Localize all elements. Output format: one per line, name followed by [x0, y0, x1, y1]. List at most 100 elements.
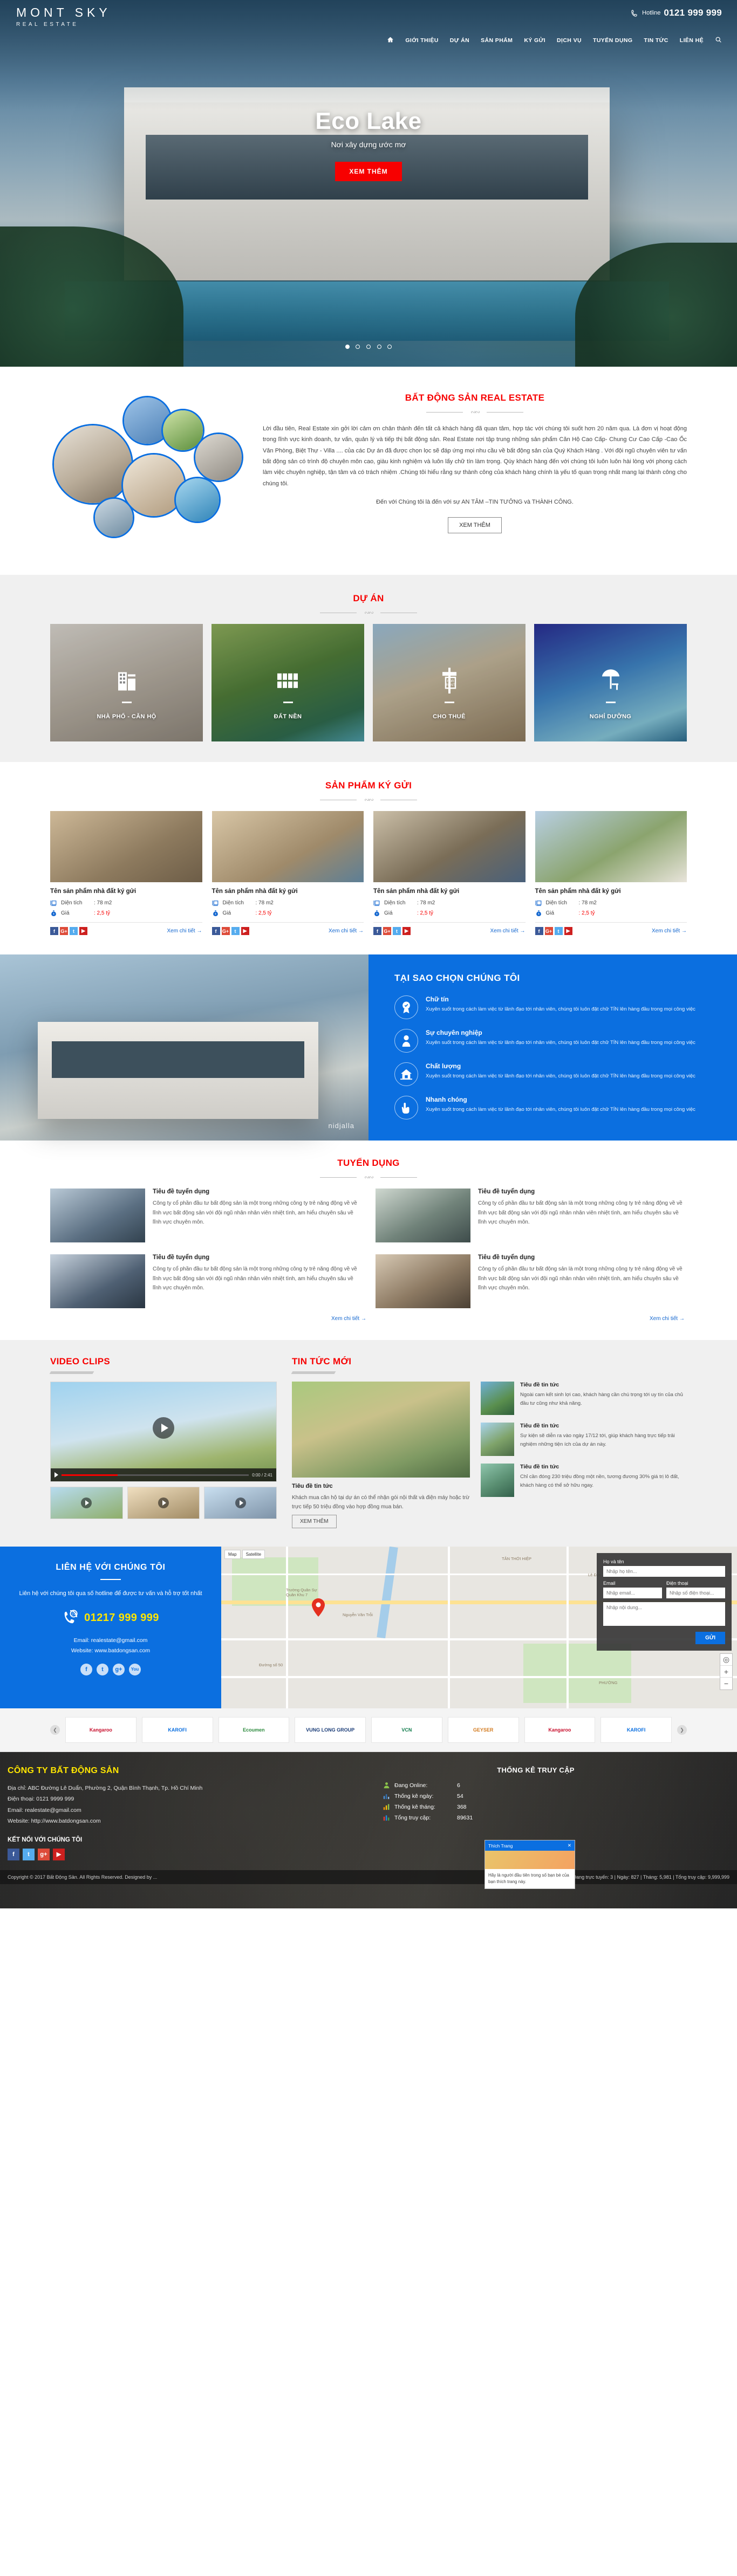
map-layer-map[interactable]: Map [224, 1550, 241, 1559]
map-zoom-controls[interactable]: ◎ + − [720, 1653, 733, 1690]
about-more-button[interactable]: XEM THÊM [448, 517, 502, 534]
slider-dot-3[interactable] [366, 345, 371, 349]
map-layer-switcher[interactable]: Map Satellite [224, 1550, 265, 1559]
nav-item-du-an[interactable]: DỰ ÁN [450, 37, 469, 44]
category-card-nghi-duong[interactable]: NGHỈ DƯỠNG [534, 624, 687, 741]
news-featured[interactable]: Tiêu đề tin tức Khách mua căn hộ tại dự … [292, 1382, 470, 1528]
youtube-icon[interactable]: ▶ [402, 927, 411, 935]
search-icon[interactable] [715, 36, 722, 45]
map-widget[interactable]: TÂN THỚI HIỆP Trường Quân Sự Quân Khu 7 … [221, 1547, 737, 1708]
recruit-detail-link[interactable]: Xem chi tiết → [331, 1316, 366, 1322]
news-list-item[interactable]: Tiêu đề tin tức Sự kiện sẽ diễn ra vào n… [481, 1423, 687, 1456]
product-card[interactable]: Tên sản phẩm nhà đất ký gửi Diện tích : … [211, 811, 364, 935]
facebook-icon[interactable]: f [211, 927, 220, 935]
partner-logo[interactable]: Kangaroo [524, 1717, 596, 1743]
facebook-icon[interactable]: f [80, 1663, 92, 1675]
facebook-icon[interactable]: f [373, 927, 381, 935]
twitter-icon[interactable]: t [23, 1848, 35, 1860]
partner-logo[interactable]: Ecoumen [218, 1717, 290, 1743]
category-card-nha-pho-can-ho[interactable]: NHÀ PHỐ - CĂN HỘ [50, 624, 203, 741]
product-card[interactable]: Tên sản phẩm nhà đất ký gửi Diện tích : … [373, 811, 526, 935]
news-list-item[interactable]: Tiêu đề tin tức Ngoài cam kết sinh lợi c… [481, 1382, 687, 1415]
locate-icon[interactable]: ◎ [720, 1654, 732, 1666]
video-progress-bar[interactable] [62, 1474, 249, 1476]
zoom-in-button[interactable]: + [720, 1666, 732, 1678]
facebook-icon[interactable]: f [8, 1848, 19, 1860]
google-plus-icon[interactable]: G+ [383, 927, 391, 935]
youtube-icon[interactable]: ▶ [79, 927, 87, 935]
recruit-item[interactable]: Tiêu đề tuyển dụng Công ty cổ phần đầu t… [50, 1189, 361, 1242]
site-logo[interactable]: MONT SKY REAL ESTATE [16, 5, 111, 28]
slider-dot-2[interactable] [356, 345, 360, 349]
phone-input[interactable] [666, 1588, 725, 1598]
recruit-detail-link[interactable]: Xem chi tiết → [650, 1316, 685, 1322]
product-detail-link[interactable]: Xem chi tiết → [652, 928, 687, 934]
contact-phone[interactable]: 24 01217 999 999 [16, 1609, 205, 1627]
play-icon[interactable] [158, 1497, 169, 1508]
youtube-icon[interactable]: ▶ [564, 927, 572, 935]
close-icon[interactable]: ✕ [568, 1843, 571, 1849]
video-thumbnail[interactable] [204, 1487, 277, 1519]
video-controls[interactable]: 0:00 / 2:41 [51, 1468, 276, 1481]
nav-item-tuyen-dung[interactable]: TUYỂN DỤNG [593, 37, 632, 44]
facebook-chat-widget[interactable]: Thích Trang ✕ Hãy là người đầu tiên tron… [484, 1840, 575, 1889]
hero-slider-dots[interactable] [0, 342, 737, 351]
partner-logo[interactable]: KAROFI [141, 1717, 213, 1743]
facebook-icon[interactable]: f [535, 927, 543, 935]
chevron-right-icon[interactable]: ❯ [677, 1725, 687, 1735]
play-small-icon[interactable] [54, 1472, 58, 1478]
nav-item-gioi-thieu[interactable]: GIỚI THIỆU [405, 37, 438, 44]
chevron-left-icon[interactable]: ❮ [50, 1725, 60, 1735]
google-plus-icon[interactable]: G+ [60, 927, 68, 935]
zoom-out-button[interactable]: − [720, 1678, 732, 1689]
google-plus-icon[interactable]: G+ [221, 927, 230, 935]
contact-form[interactable]: Họ và tên Email Điện thoại GỬI [597, 1553, 732, 1651]
nav-item-dich-vu[interactable]: DỊCH VỤ [557, 37, 582, 44]
recruit-item[interactable]: Tiêu đề tuyển dụng Công ty cổ phần đầu t… [50, 1254, 361, 1308]
twitter-icon[interactable]: t [554, 927, 563, 935]
name-input[interactable] [603, 1566, 725, 1577]
google-plus-icon[interactable]: g+ [38, 1848, 50, 1860]
slider-dot-4[interactable] [377, 345, 381, 349]
hotline[interactable]: Hotline 0121 999 999 [631, 8, 722, 18]
facebook-icon[interactable]: f [50, 927, 58, 935]
slider-dot-5[interactable] [387, 345, 392, 349]
youtube-icon[interactable]: ▶ [241, 927, 249, 935]
partner-logo[interactable]: Kangaroo [65, 1717, 137, 1743]
twitter-icon[interactable]: t [393, 927, 401, 935]
video-thumbnail[interactable] [127, 1487, 200, 1519]
hero-cta-button[interactable]: XEM THÊM [335, 162, 402, 181]
video-player[interactable]: 0:00 / 2:41 [50, 1382, 277, 1482]
play-icon[interactable] [81, 1497, 92, 1508]
email-input[interactable] [603, 1588, 662, 1598]
youtube-icon[interactable]: ▶ [53, 1848, 65, 1860]
product-detail-link[interactable]: Xem chi tiết → [329, 928, 364, 934]
recruit-item[interactable]: Tiêu đề tuyển dụng Công ty cổ phần đầu t… [376, 1189, 687, 1242]
twitter-icon[interactable]: t [231, 927, 240, 935]
map-pin-icon[interactable] [312, 1598, 325, 1617]
play-icon[interactable] [235, 1497, 246, 1508]
recruit-item[interactable]: Tiêu đề tuyển dụng Công ty cổ phần đầu t… [376, 1254, 687, 1308]
nav-item-san-pham[interactable]: SẢN PHẨM [481, 37, 513, 44]
message-input[interactable] [603, 1602, 725, 1626]
twitter-icon[interactable]: t [70, 927, 78, 935]
product-card[interactable]: Tên sản phẩm nhà đất ký gửi Diện tích : … [535, 811, 687, 935]
video-thumbnail[interactable] [50, 1487, 123, 1519]
nav-item-ky-gui[interactable]: KÝ GỬI [524, 37, 545, 44]
twitter-icon[interactable]: t [97, 1663, 108, 1675]
youtube-icon[interactable]: You [129, 1663, 141, 1675]
category-card-dat-nen[interactable]: ĐẤT NỀN [211, 624, 364, 741]
product-detail-link[interactable]: Xem chi tiết → [167, 928, 202, 934]
slider-dot-1[interactable] [345, 345, 350, 349]
nav-item-tin-tuc[interactable]: TIN TỨC [644, 37, 668, 44]
play-icon[interactable] [153, 1417, 174, 1439]
nav-item-lien-he[interactable]: LIÊN HỆ [680, 37, 704, 44]
partner-logo[interactable]: VUNG LONG GROUP [295, 1717, 366, 1743]
partner-logo[interactable]: VCN [371, 1717, 442, 1743]
product-detail-link[interactable]: Xem chi tiết → [490, 928, 525, 934]
product-card[interactable]: Tên sản phẩm nhà đất ký gửi Diện tích : … [50, 811, 202, 935]
submit-button[interactable]: GỬI [695, 1632, 725, 1644]
google-plus-icon[interactable]: g+ [113, 1663, 125, 1675]
news-more-button[interactable]: XEM THÊM [292, 1515, 337, 1528]
partner-logo[interactable]: GEYSER [447, 1717, 519, 1743]
